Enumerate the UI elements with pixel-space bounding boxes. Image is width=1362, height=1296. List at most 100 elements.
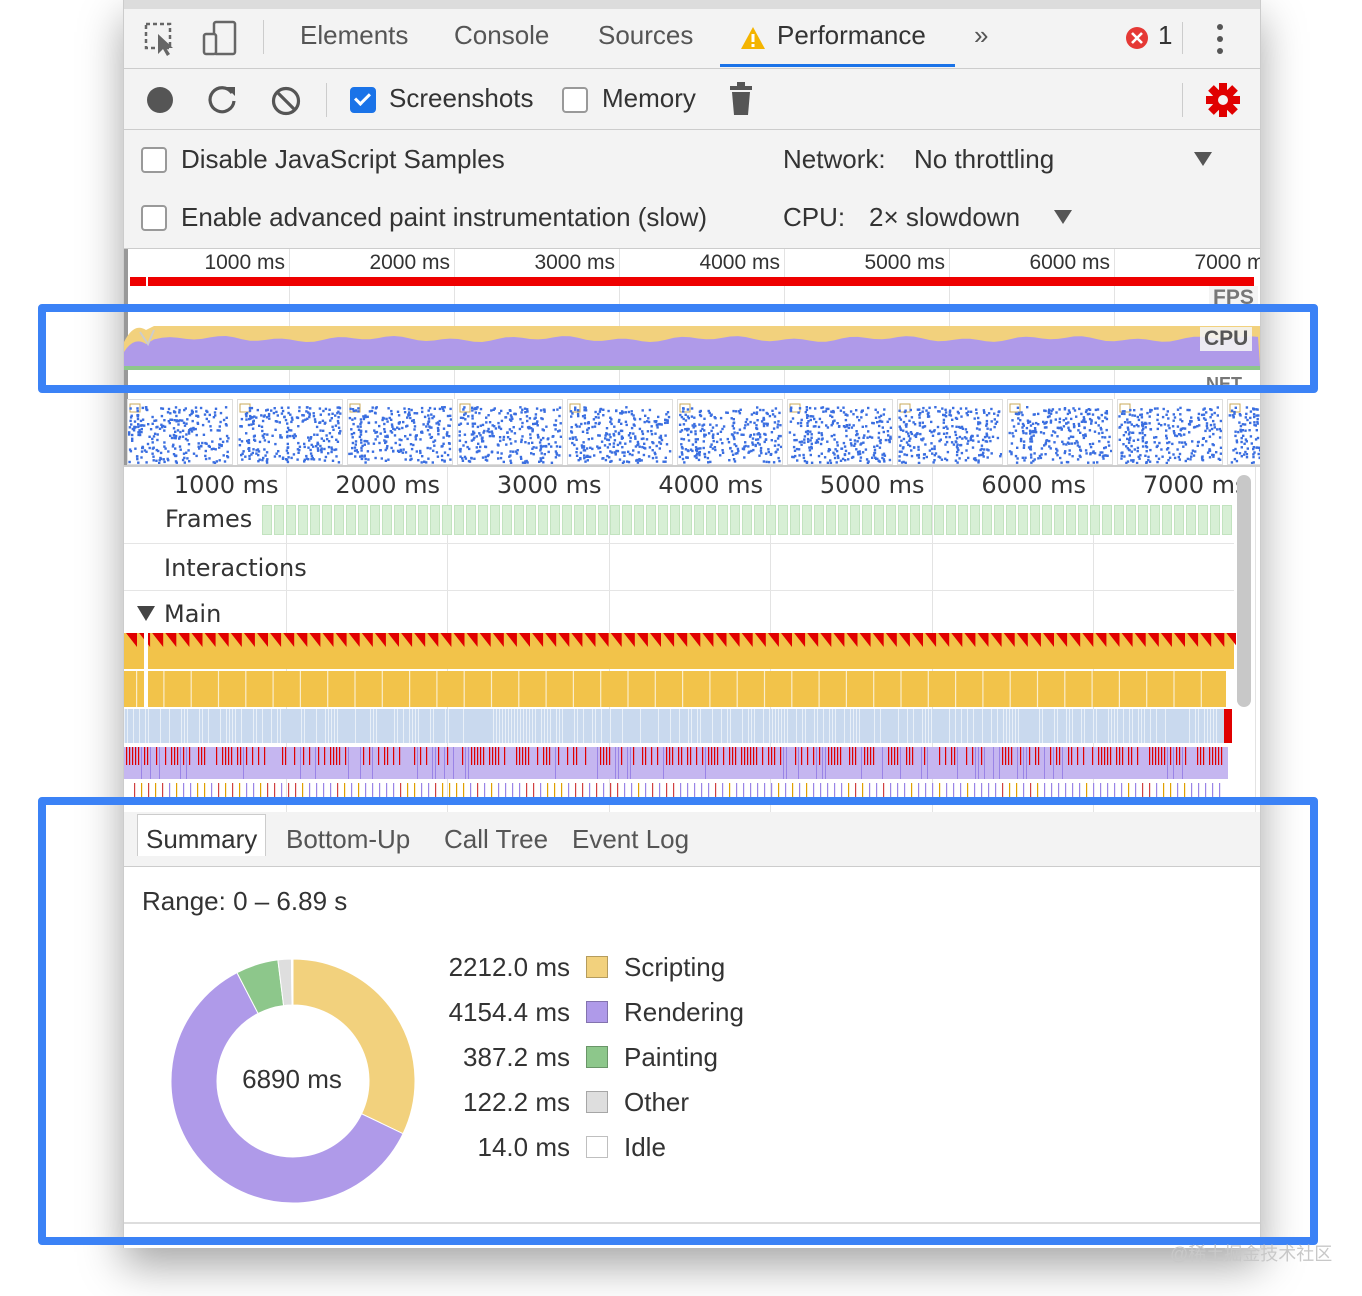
toolbar-divider [326,83,327,117]
enable-paint-instrumentation-label[interactable]: Enable advanced paint instrumentation (s… [181,202,707,233]
screenshot-thumbnail [1007,399,1113,465]
frame-block [418,505,428,535]
flame-tick-label: 2000 ms [335,471,440,499]
window-top-strip [124,0,1260,9]
interactions-track-label: Interactions [164,554,307,582]
network-label: Network: [783,144,886,174]
screenshots-checkbox[interactable] [350,87,376,113]
frame-block [826,505,836,535]
frame-block [958,505,968,535]
frame-block [658,505,668,535]
screenshot-thumbnail [677,399,783,465]
overview-tick-label: 7000 ms [1194,251,1260,274]
frame-block [382,505,392,535]
flame-tick-label: 5000 ms [819,471,925,499]
disable-js-samples-label[interactable]: Disable JavaScript Samples [181,144,505,175]
frame-block [1174,505,1184,535]
screenshot-thumbnail [457,399,563,465]
tab-elements[interactable]: Elements [300,20,408,51]
frame-block [478,505,488,535]
flame-tick-label: 1000 ms [173,471,279,499]
frame-block [898,505,908,535]
error-count[interactable]: 1 [1158,20,1172,51]
reload-profile-icon[interactable] [207,84,239,116]
toolbar-divider [1182,83,1183,117]
frame-block [790,505,800,535]
error-icon[interactable] [1125,26,1149,50]
device-toolbar-icon[interactable] [202,20,238,58]
tab-console[interactable]: Console [454,20,549,51]
overview-tick-label: 6000 ms [1029,251,1110,274]
cpu-label: CPU: [783,202,846,232]
frame-block [994,505,1004,535]
frame-block [310,505,320,535]
main-track-expand-icon[interactable] [137,606,155,622]
overview-tick-label: 5000 ms [864,251,945,274]
frame-block [1006,505,1016,535]
capture-settings-gear-icon[interactable] [1205,82,1241,118]
frame-block [1102,505,1112,535]
main-thread-flame[interactable] [124,633,1236,799]
frame-block [754,505,764,535]
frames-track[interactable]: Frames [124,501,1234,544]
frame-block [1126,505,1136,535]
screenshots-filmstrip [124,399,1260,465]
screenshot-thumbnail [347,399,453,465]
frame-block [1150,505,1160,535]
frame-block [586,505,596,535]
frame-block [670,505,680,535]
tab-performance[interactable]: Performance [777,20,926,51]
frame-block [322,505,332,535]
frame-block [274,505,284,535]
frame-block [262,505,272,535]
overview-tick-label: 1000 ms [204,251,285,274]
flame-tick-label: 7000 ms [1142,471,1248,499]
flame-gridline [1254,467,1256,812]
frame-block [1030,505,1040,535]
frame-block [358,505,368,535]
frame-block [1198,505,1208,535]
frame-block [778,505,788,535]
memory-label[interactable]: Memory [602,83,696,114]
more-tabs-button[interactable]: » [974,20,988,51]
frame-block [1210,505,1220,535]
frame-block [334,505,344,535]
cpu-dropdown-arrow-icon[interactable] [1054,210,1072,224]
active-tab-indicator [720,64,955,67]
clear-icon[interactable] [270,85,302,117]
more-options-icon[interactable] [1215,22,1225,56]
flame-chart[interactable]: 1000 ms 2000 ms 3000 ms 4000 ms 5000 ms 6000 … [124,467,1260,812]
tab-sources[interactable]: Sources [598,20,693,51]
frame-block [634,505,644,535]
trash-icon[interactable] [729,82,753,116]
record-icon[interactable] [145,85,175,115]
toolbar-divider [263,20,264,54]
frame-block [814,505,824,535]
frame-block [874,505,884,535]
screenshot-thumbnail [1117,399,1223,465]
flame-scrollbar[interactable] [1237,475,1251,707]
disable-js-samples-checkbox[interactable] [141,147,167,173]
network-dropdown-arrow-icon[interactable] [1194,152,1212,166]
frame-block [406,505,416,535]
frame-block [946,505,956,535]
frame-block [538,505,548,535]
network-throttling-select[interactable]: No throttling [914,144,1054,175]
screenshot-thumbnail [567,399,673,465]
screenshot-thumbnail [897,399,1003,465]
frame-block [646,505,656,535]
overview-tick-label: 3000 ms [534,251,615,274]
cpu-highlight-box [38,304,1318,393]
frame-block [574,505,584,535]
screenshot-thumbnail [237,399,343,465]
inspect-element-icon[interactable] [144,22,176,56]
interactions-track[interactable]: Interactions [124,544,1234,591]
memory-checkbox[interactable] [562,87,588,113]
frame-block [514,505,524,535]
flame-tick-label: 4000 ms [658,471,763,499]
screenshots-label[interactable]: Screenshots [389,83,534,114]
enable-paint-instrumentation-checkbox[interactable] [141,205,167,231]
frame-block [1078,505,1088,535]
frame-block [286,505,296,535]
cpu-throttling-select[interactable]: 2× slowdown [869,202,1020,233]
